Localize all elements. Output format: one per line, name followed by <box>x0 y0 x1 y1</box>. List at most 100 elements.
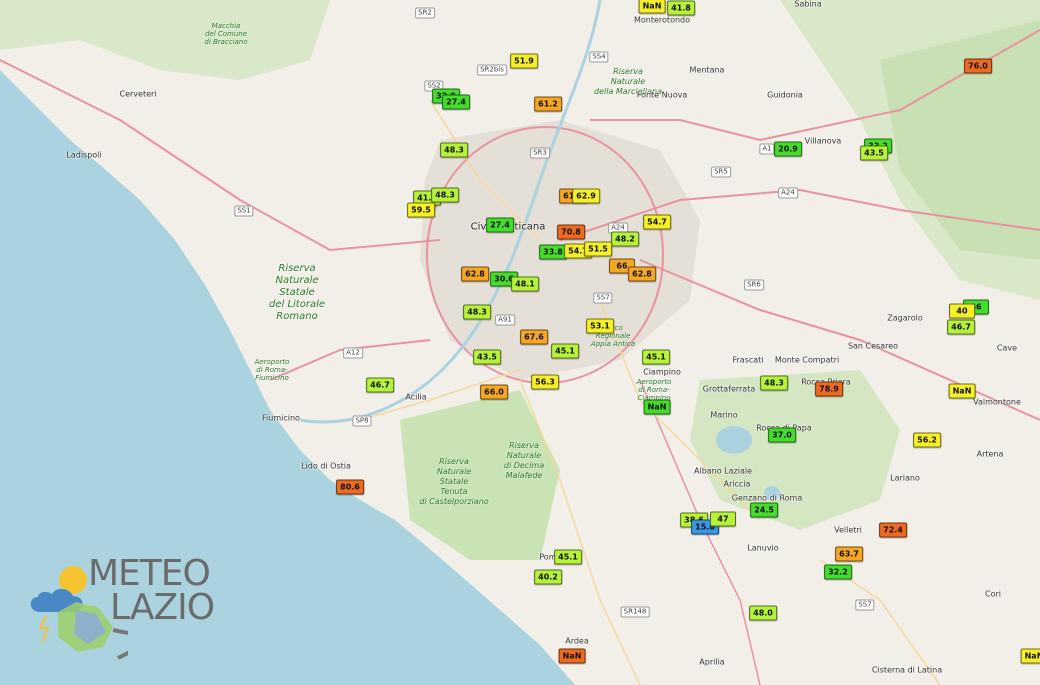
station-marker[interactable]: 72.4 <box>879 522 907 538</box>
place-label: Mentana <box>689 65 725 75</box>
place-label: Genzano di Roma <box>731 493 803 503</box>
station-marker[interactable]: NaN <box>558 648 586 664</box>
place-label: Monte Compatri <box>774 355 840 365</box>
place-label: Acilia <box>405 392 427 402</box>
place-label: Grottaferrata <box>702 384 756 394</box>
place-label: Fiumicino <box>262 413 300 423</box>
station-marker[interactable]: 40.2 <box>534 569 562 585</box>
road-shield: SS7 <box>593 292 613 304</box>
place-label: Guidonia <box>767 90 803 100</box>
place-label: Cerveteri <box>119 89 157 99</box>
station-marker[interactable]: 62.9 <box>572 188 600 204</box>
place-label: Zagarolo <box>887 313 923 323</box>
road-shield: A24 <box>778 187 798 199</box>
place-label: Velletri <box>834 525 862 535</box>
place-label: Cisterna di Latina <box>871 665 943 675</box>
place-label: Ladispoli <box>66 150 102 160</box>
meteo-lazio-logo: METEO LAZIO <box>18 552 248 667</box>
station-marker[interactable]: 51.5 <box>584 241 612 257</box>
place-label: Artena <box>976 449 1004 459</box>
station-marker[interactable]: 78.9 <box>815 381 843 397</box>
station-marker[interactable]: 80.6 <box>336 479 364 495</box>
station-marker[interactable]: 54.7 <box>643 214 671 230</box>
station-marker[interactable]: NaN <box>948 383 976 399</box>
place-label: Valmontone <box>973 397 1021 407</box>
road-shield: SR2 <box>415 7 435 19</box>
station-marker[interactable]: 48.3 <box>463 304 491 320</box>
station-marker[interactable]: NaN <box>643 399 671 415</box>
place-label: Frascati <box>732 355 764 365</box>
place-label: Aprilia <box>699 657 725 667</box>
logo-line2: LAZIO <box>110 587 215 628</box>
road-shield: SS7 <box>855 599 875 611</box>
place-label: Ardea <box>565 636 589 646</box>
place-label: Fonte Nuova <box>636 90 688 100</box>
park-label: Riserva Naturale Statale Tenuta di Caste… <box>419 457 489 506</box>
station-marker[interactable]: 53.1 <box>586 318 614 334</box>
park-label: Aeroporto di Roma- Fiumicino <box>254 358 290 382</box>
park-label: Aeroporto di Roma- Ciampino <box>636 378 672 402</box>
station-marker[interactable]: 33.8 <box>539 244 567 260</box>
place-label: Lanuvio <box>747 543 779 553</box>
station-marker[interactable]: 47 <box>710 511 736 527</box>
station-marker[interactable]: 63.7 <box>835 546 863 562</box>
station-marker[interactable]: NaN <box>638 0 666 14</box>
station-marker[interactable]: 20.9 <box>774 141 802 157</box>
park-label: Riserva Naturale Statale del Litorale Ro… <box>268 263 326 322</box>
station-marker[interactable]: 48.0 <box>749 605 777 621</box>
station-marker[interactable]: 46.7 <box>947 319 975 335</box>
station-marker[interactable]: 51.9 <box>510 53 538 69</box>
place-label: Sabina <box>794 0 822 9</box>
park-label: Riserva Naturale di Decima Malafede <box>503 441 545 480</box>
station-marker[interactable]: 48.3 <box>760 375 788 391</box>
station-marker[interactable]: 45.1 <box>642 349 670 365</box>
place-label: Cori <box>985 589 1001 599</box>
station-marker[interactable]: 43.5 <box>860 145 888 161</box>
station-marker[interactable]: 66.0 <box>480 384 508 400</box>
road-shield: SS1 <box>234 205 254 217</box>
station-marker[interactable]: 27.4 <box>442 94 470 110</box>
station-marker[interactable]: 62.8 <box>461 266 489 282</box>
station-marker[interactable]: 24.5 <box>750 502 778 518</box>
road-shield: A1 <box>759 143 775 155</box>
station-marker[interactable]: 61.2 <box>534 96 562 112</box>
station-marker[interactable]: 76.0 <box>964 58 992 74</box>
station-marker[interactable]: 32.2 <box>824 564 852 580</box>
station-marker[interactable]: 45.1 <box>551 343 579 359</box>
station-marker[interactable]: 59.5 <box>407 202 435 218</box>
place-label: San Cesareo <box>847 341 899 351</box>
station-marker[interactable]: 67.6 <box>520 329 548 345</box>
station-marker[interactable]: 56.2 <box>913 432 941 448</box>
place-label: Ciampino <box>643 367 681 377</box>
station-marker[interactable]: 46.7 <box>366 377 394 393</box>
road-shield: SP8 <box>352 415 372 427</box>
station-marker[interactable]: 48.2 <box>611 231 639 247</box>
place-label: Albano Laziale <box>693 466 753 476</box>
road-shield: A91 <box>495 314 515 326</box>
park-label: Macchia del Comune di Bracciano <box>204 22 248 46</box>
place-label: Marino <box>710 410 738 420</box>
place-label: Cave <box>996 343 1018 353</box>
road-shield: SR5 <box>711 166 731 178</box>
station-marker[interactable]: 43.5 <box>473 349 501 365</box>
station-marker[interactable]: 41.8 <box>667 0 695 16</box>
station-marker[interactable]: 62.8 <box>628 266 656 282</box>
road-shield: SR6 <box>744 279 764 291</box>
station-marker[interactable]: 56.3 <box>531 374 559 390</box>
station-marker[interactable]: 48.1 <box>511 276 539 292</box>
station-marker[interactable]: 70.8 <box>557 224 585 240</box>
station-marker[interactable]: 48.3 <box>431 187 459 203</box>
road-shield: A12 <box>343 347 363 359</box>
road-shield: SS4 <box>589 51 609 63</box>
place-label: Villanova <box>804 136 842 146</box>
station-marker[interactable]: 45.1 <box>554 549 582 565</box>
place-label: Monterotondo <box>633 15 691 25</box>
station-marker[interactable]: NaN <box>1020 648 1040 664</box>
place-label: Lariano <box>890 473 920 483</box>
place-label: Lido di Ostia <box>301 461 351 471</box>
station-marker[interactable]: 27.4 <box>486 217 514 233</box>
road-shield: SR148 <box>620 606 650 618</box>
station-marker[interactable]: 40 <box>949 303 975 319</box>
station-marker[interactable]: 37.0 <box>768 427 796 443</box>
station-marker[interactable]: 48.3 <box>440 142 468 158</box>
